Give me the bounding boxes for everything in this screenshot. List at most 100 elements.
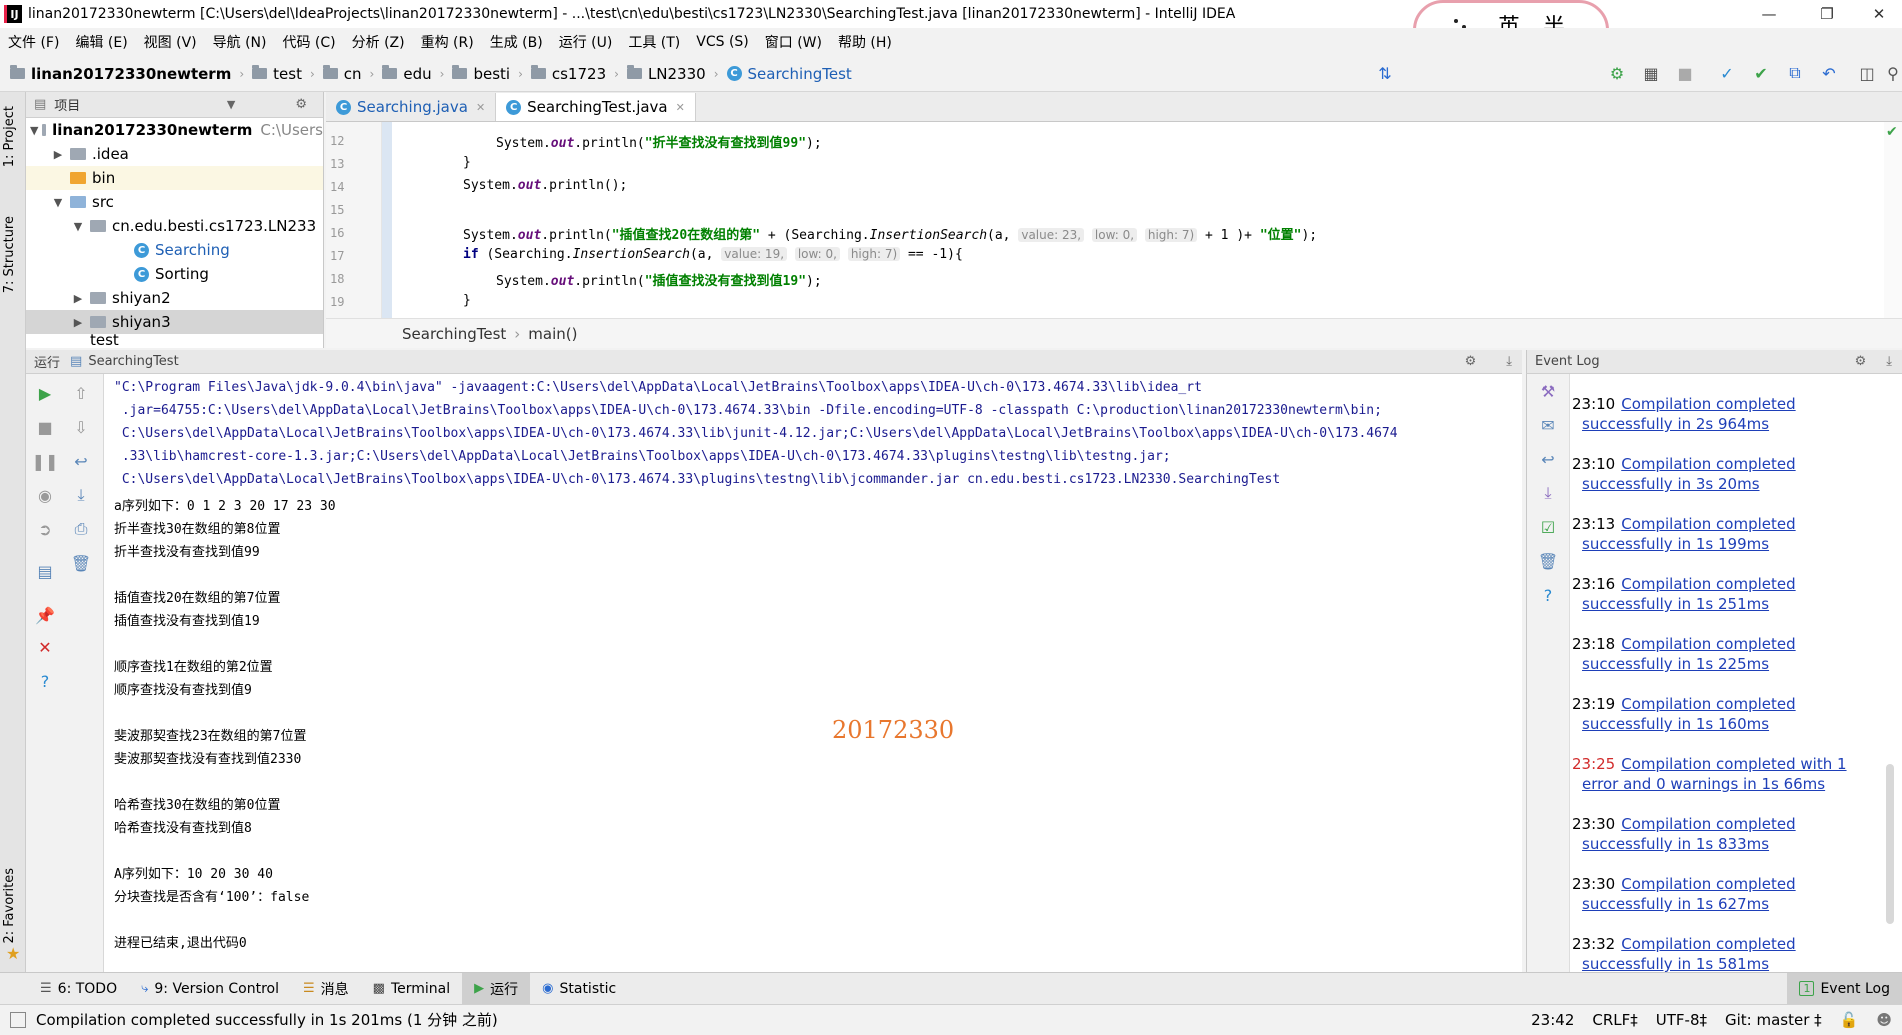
dump-threads-icon[interactable]: ◉: [34, 484, 56, 506]
up-icon[interactable]: ⇧: [70, 382, 92, 404]
menu-tools[interactable]: 工具 (T): [628, 32, 680, 52]
hide-icon[interactable]: ⤓: [1886, 354, 1892, 369]
chevron-down-icon[interactable]: ▼: [30, 124, 38, 137]
scrollbar[interactable]: [1886, 764, 1894, 924]
error-stripe[interactable]: ✔: [1884, 122, 1902, 318]
tab-terminal[interactable]: ▩ Terminal: [361, 973, 462, 1005]
vcs-update-icon[interactable]: ✓: [1716, 62, 1738, 84]
event-entry[interactable]: 23:19 Compilation completed successfully i…: [1572, 694, 1872, 734]
tab-event-log[interactable]: 1 Event Log: [1787, 972, 1902, 1005]
event-entry[interactable]: 23:13 Compilation completed successfully i…: [1572, 514, 1872, 554]
tree-root[interactable]: ▼ linan20172330newterm C:\Users: [26, 118, 323, 142]
menu-build[interactable]: 生成 (B): [490, 32, 543, 52]
chevron-right-icon[interactable]: ▶: [50, 148, 66, 161]
event-entry[interactable]: 23:10 Compilation completed successfully i…: [1572, 394, 1872, 434]
status-line-separator[interactable]: CRLF‡: [1592, 1011, 1637, 1029]
event-entry[interactable]: 23:16 Compilation completed successfully i…: [1572, 574, 1872, 614]
status-encoding[interactable]: UTF-8‡: [1656, 1011, 1707, 1029]
down-icon[interactable]: ⇩: [70, 416, 92, 438]
menu-analyze[interactable]: 分析 (Z): [352, 32, 405, 52]
menu-refactor[interactable]: 重构 (R): [421, 32, 474, 52]
chevron-down-icon[interactable]: ▼: [227, 98, 235, 111]
tree-item-bin[interactable]: bin: [26, 166, 323, 190]
chevron-down-icon[interactable]: ▼: [70, 220, 86, 233]
tab-statistic[interactable]: ◉ Statistic: [530, 973, 628, 1005]
coverage-icon[interactable]: ▦: [1640, 62, 1662, 84]
menu-file[interactable]: 文件 (F): [8, 32, 59, 52]
help-icon[interactable]: ?: [34, 670, 56, 692]
mark-read-icon[interactable]: ☑: [1537, 516, 1559, 538]
exit-icon[interactable]: ➲: [34, 518, 56, 540]
settings-icon[interactable]: ⚒: [1537, 380, 1559, 402]
tree-item-shiyan3[interactable]: ▶ shiyan3: [26, 310, 323, 334]
pause-icon[interactable]: ❚❚: [32, 450, 59, 472]
minimize-button[interactable]: —: [1746, 0, 1792, 28]
event-entry[interactable]: 23:18 Compilation completed successfully i…: [1572, 634, 1872, 674]
toggle-panels-icon[interactable]: [10, 1011, 26, 1028]
tab-todo[interactable]: ☰ 6: TODO: [28, 973, 129, 1005]
help-icon[interactable]: ?: [1537, 584, 1559, 606]
console-output[interactable]: "C:\Program Files\Java\jdk-9.0.4\bin\jav…: [104, 374, 1522, 972]
event-entry[interactable]: 23:30 Compilation completed successfully i…: [1572, 874, 1872, 914]
menu-vcs[interactable]: VCS (S): [696, 34, 749, 50]
status-time[interactable]: 23:42: [1531, 1011, 1574, 1029]
tree-item-idea[interactable]: ▶ .idea: [26, 142, 323, 166]
menu-view[interactable]: 视图 (V): [144, 32, 197, 52]
event-entry[interactable]: 23:30 Compilation completed successfully i…: [1572, 814, 1872, 854]
menu-run[interactable]: 运行 (U): [559, 32, 613, 52]
tab-messages[interactable]: ☰ 消息: [291, 973, 361, 1005]
stop-icon[interactable]: ■: [1674, 62, 1696, 84]
menu-navigate[interactable]: 导航 (N): [213, 32, 267, 52]
crumb-class[interactable]: SearchingTest: [402, 325, 506, 343]
vcs-compare-icon[interactable]: ⧉: [1784, 62, 1806, 84]
trash-icon[interactable]: 🗑: [1537, 550, 1559, 572]
sort-icon[interactable]: ⇅: [1374, 62, 1396, 84]
gear-icon[interactable]: ⚙: [295, 97, 307, 112]
close-icon[interactable]: ✕: [34, 636, 56, 658]
tab-project[interactable]: 1: Project: [2, 106, 17, 167]
crumb-edu[interactable]: edu ›: [382, 65, 452, 83]
event-entry-error[interactable]: 23:25 Compilation completed with 1 error a…: [1572, 754, 1872, 794]
tab-searchingtest-java[interactable]: C SearchingTest.java ✕: [496, 93, 696, 121]
chevron-right-icon[interactable]: ▶: [70, 292, 86, 305]
hide-icon[interactable]: ⤓: [1506, 354, 1512, 369]
chevron-right-icon[interactable]: ▶: [70, 316, 86, 329]
event-entry[interactable]: 23:10 Compilation completed successfully i…: [1572, 454, 1872, 494]
tab-structure[interactable]: 7: Structure: [2, 216, 17, 293]
menu-code[interactable]: 代码 (C): [282, 32, 335, 52]
stop-icon[interactable]: ■: [34, 416, 56, 438]
trash-icon[interactable]: 🗑: [70, 552, 92, 574]
tree-item-sorting[interactable]: C Sorting: [26, 262, 323, 286]
revert-icon[interactable]: ↶: [1818, 62, 1840, 84]
crumb-method[interactable]: main(): [528, 325, 577, 343]
tab-version-control[interactable]: ⤷ 9: Version Control: [129, 973, 291, 1005]
menu-edit[interactable]: 编辑 (E): [75, 32, 127, 52]
close-icon[interactable]: ✕: [476, 101, 485, 114]
message-icon[interactable]: ✉: [1537, 414, 1559, 436]
lock-icon[interactable]: 🔓: [1840, 1011, 1859, 1029]
soft-wrap-icon[interactable]: ↩: [1537, 448, 1559, 470]
tree-item-src[interactable]: ▼ src: [26, 190, 323, 214]
close-button[interactable]: ✕: [1856, 0, 1902, 28]
print-icon[interactable]: ⎙: [70, 518, 92, 540]
crumb-besti[interactable]: besti ›: [452, 65, 530, 83]
crumb-cn[interactable]: cn ›: [322, 65, 383, 83]
layout-icon[interactable]: ▤: [34, 560, 56, 582]
search-icon[interactable]: ⚲: [1882, 62, 1902, 84]
project-structure-icon[interactable]: ◫: [1856, 62, 1878, 84]
event-entry[interactable]: 23:32 Compilation completed successfully i…: [1572, 934, 1872, 972]
soft-wrap-icon[interactable]: ↩: [70, 450, 92, 472]
crumb-test[interactable]: test ›: [252, 65, 323, 83]
menu-help[interactable]: 帮助 (H): [838, 32, 892, 52]
crumb-ln2330[interactable]: LN2330 ›: [626, 65, 727, 83]
crumb-searchingtest[interactable]: C SearchingTest: [726, 65, 852, 83]
vcs-commit-icon[interactable]: ✔: [1750, 62, 1772, 84]
tab-searching-java[interactable]: C Searching.java ✕: [326, 93, 497, 121]
pin-icon[interactable]: 📌: [34, 604, 56, 626]
close-icon[interactable]: ✕: [676, 101, 685, 114]
tab-run[interactable]: ▶ 运行: [462, 972, 531, 1005]
status-git-branch[interactable]: Git: master ‡: [1725, 1011, 1822, 1029]
menu-window[interactable]: 窗口 (W): [765, 32, 822, 52]
tree-item-package[interactable]: ▼ cn.edu.besti.cs1723.LN233: [26, 214, 323, 238]
gear-icon[interactable]: ⚙: [1465, 354, 1477, 369]
